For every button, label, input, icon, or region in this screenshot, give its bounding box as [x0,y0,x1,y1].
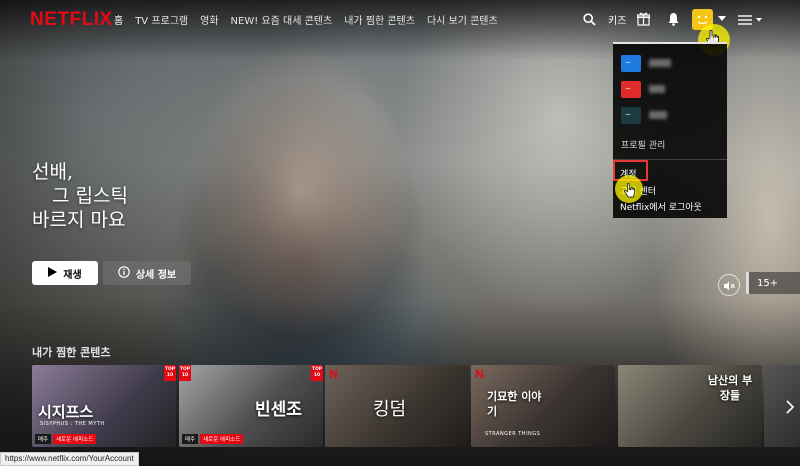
primary-nav: 홈 TV 프로그램 영화 NEW! 요즘 대세 콘텐츠 내가 찜한 콘텐츠 다시… [114,12,510,27]
mute-button[interactable] [718,274,740,296]
more-info-button[interactable]: 상세 정보 [103,261,191,285]
hero-title-line-3: 바르지 마요 [32,209,126,231]
hero-title-line-2: 그 립스틱 [52,185,128,207]
title-card[interactable]: 남산의 부장들 [618,365,762,447]
hand-cursor-icon [624,183,636,203]
kids-link[interactable]: 키즈 [608,12,626,27]
nav-home[interactable]: 홈 [114,12,123,27]
nav-my-list[interactable]: 내가 찜한 콘텐츠 [344,12,415,27]
menu-settings-icon[interactable] [737,12,763,31]
title-card[interactable] [764,365,800,447]
gift-icon[interactable] [636,11,651,30]
nav-tv-shows[interactable]: TV 프로그램 [135,12,188,27]
play-button[interactable]: 재생 [32,261,98,285]
nav-movies[interactable]: 영화 [200,12,218,27]
netflix-original-badge: N [475,367,484,381]
card-subtitle: SISYPHUS : THE MYTH [40,421,105,427]
profile-item-3[interactable]: ⌣ [621,105,721,125]
play-icon [48,266,58,280]
profile-avatar-red: ⌣ [621,80,641,98]
netflix-logo[interactable]: NETFLIX [30,9,113,31]
weekly-badge: 매주 [182,434,199,444]
card-badges: 매주 새로운 에피소드 [35,434,97,444]
card-title: 시지프스 [38,403,94,421]
title-card[interactable]: TOP 10 시지프스 SISYPHUS : THE MYTH 매주 새로운 에… [32,365,176,447]
top10-badge: TOP 10 [179,365,191,381]
profile-name-redacted [649,111,667,119]
caret-down-icon[interactable] [718,16,726,21]
new-episode-badge: 새로운 에피소드 [53,434,97,444]
new-episode-badge: 새로운 에피소드 [200,434,244,444]
nav-rewatch[interactable]: 다시 보기 콘텐츠 [427,12,498,27]
card-title: 킹덤 [373,399,407,420]
next-arrow-icon[interactable] [786,399,795,418]
manage-profiles-link[interactable]: 프로필 관리 [621,138,665,151]
row-title: 내가 찜한 콘텐츠 [32,346,111,359]
card-badges: 매주 새로운 에피소드 [182,434,244,444]
title-card[interactable]: TOP 10 TOP 10 빈센조 매주 새로운 에피소드 [179,365,323,447]
profile-name-redacted [649,59,671,67]
nav-new-popular[interactable]: NEW! 요즘 대세 콘텐츠 [231,12,333,27]
top-nav: NETFLIX 홈 TV 프로그램 영화 NEW! 요즘 대세 콘텐츠 내가 찜… [0,0,800,38]
top10-badge: TOP 10 [311,365,323,381]
profile-name-redacted [649,85,665,93]
profile-item-2[interactable]: ⌣ [621,79,721,99]
top10-badge: TOP 10 [164,365,176,381]
profile-avatar-teal: ⌣ [621,106,641,124]
status-bar-url: https://www.netflix.com/YourAccount [0,452,139,466]
title-card[interactable]: N 킹덤 [325,365,469,447]
hero-title-line-1: 선배, [32,161,73,183]
info-label: 상세 정보 [135,269,177,281]
netflix-original-badge: N [329,367,338,381]
card-title: 남산의 부장들 [707,374,753,402]
mute-icon [723,276,735,295]
card-subtitle: STRANGER THINGS [485,431,541,437]
hero-title: 선배, 그 립스틱 바르지 마요 [32,160,128,232]
bell-icon[interactable] [667,11,680,30]
maturity-rating-badge: 15+ [746,272,800,294]
profile-item-1[interactable]: ⌣ [621,53,721,73]
title-card[interactable]: N 기묘한 이야기 STRANGER THINGS [471,365,615,447]
info-icon [118,265,130,281]
play-label: 재생 [63,269,82,281]
card-title: 빈센조 [255,400,302,420]
profile-avatar-blue: ⌣ [621,54,641,72]
search-icon[interactable] [583,11,596,30]
card-title: 기묘한 이야기 [487,390,542,418]
weekly-badge: 매주 [35,434,52,444]
